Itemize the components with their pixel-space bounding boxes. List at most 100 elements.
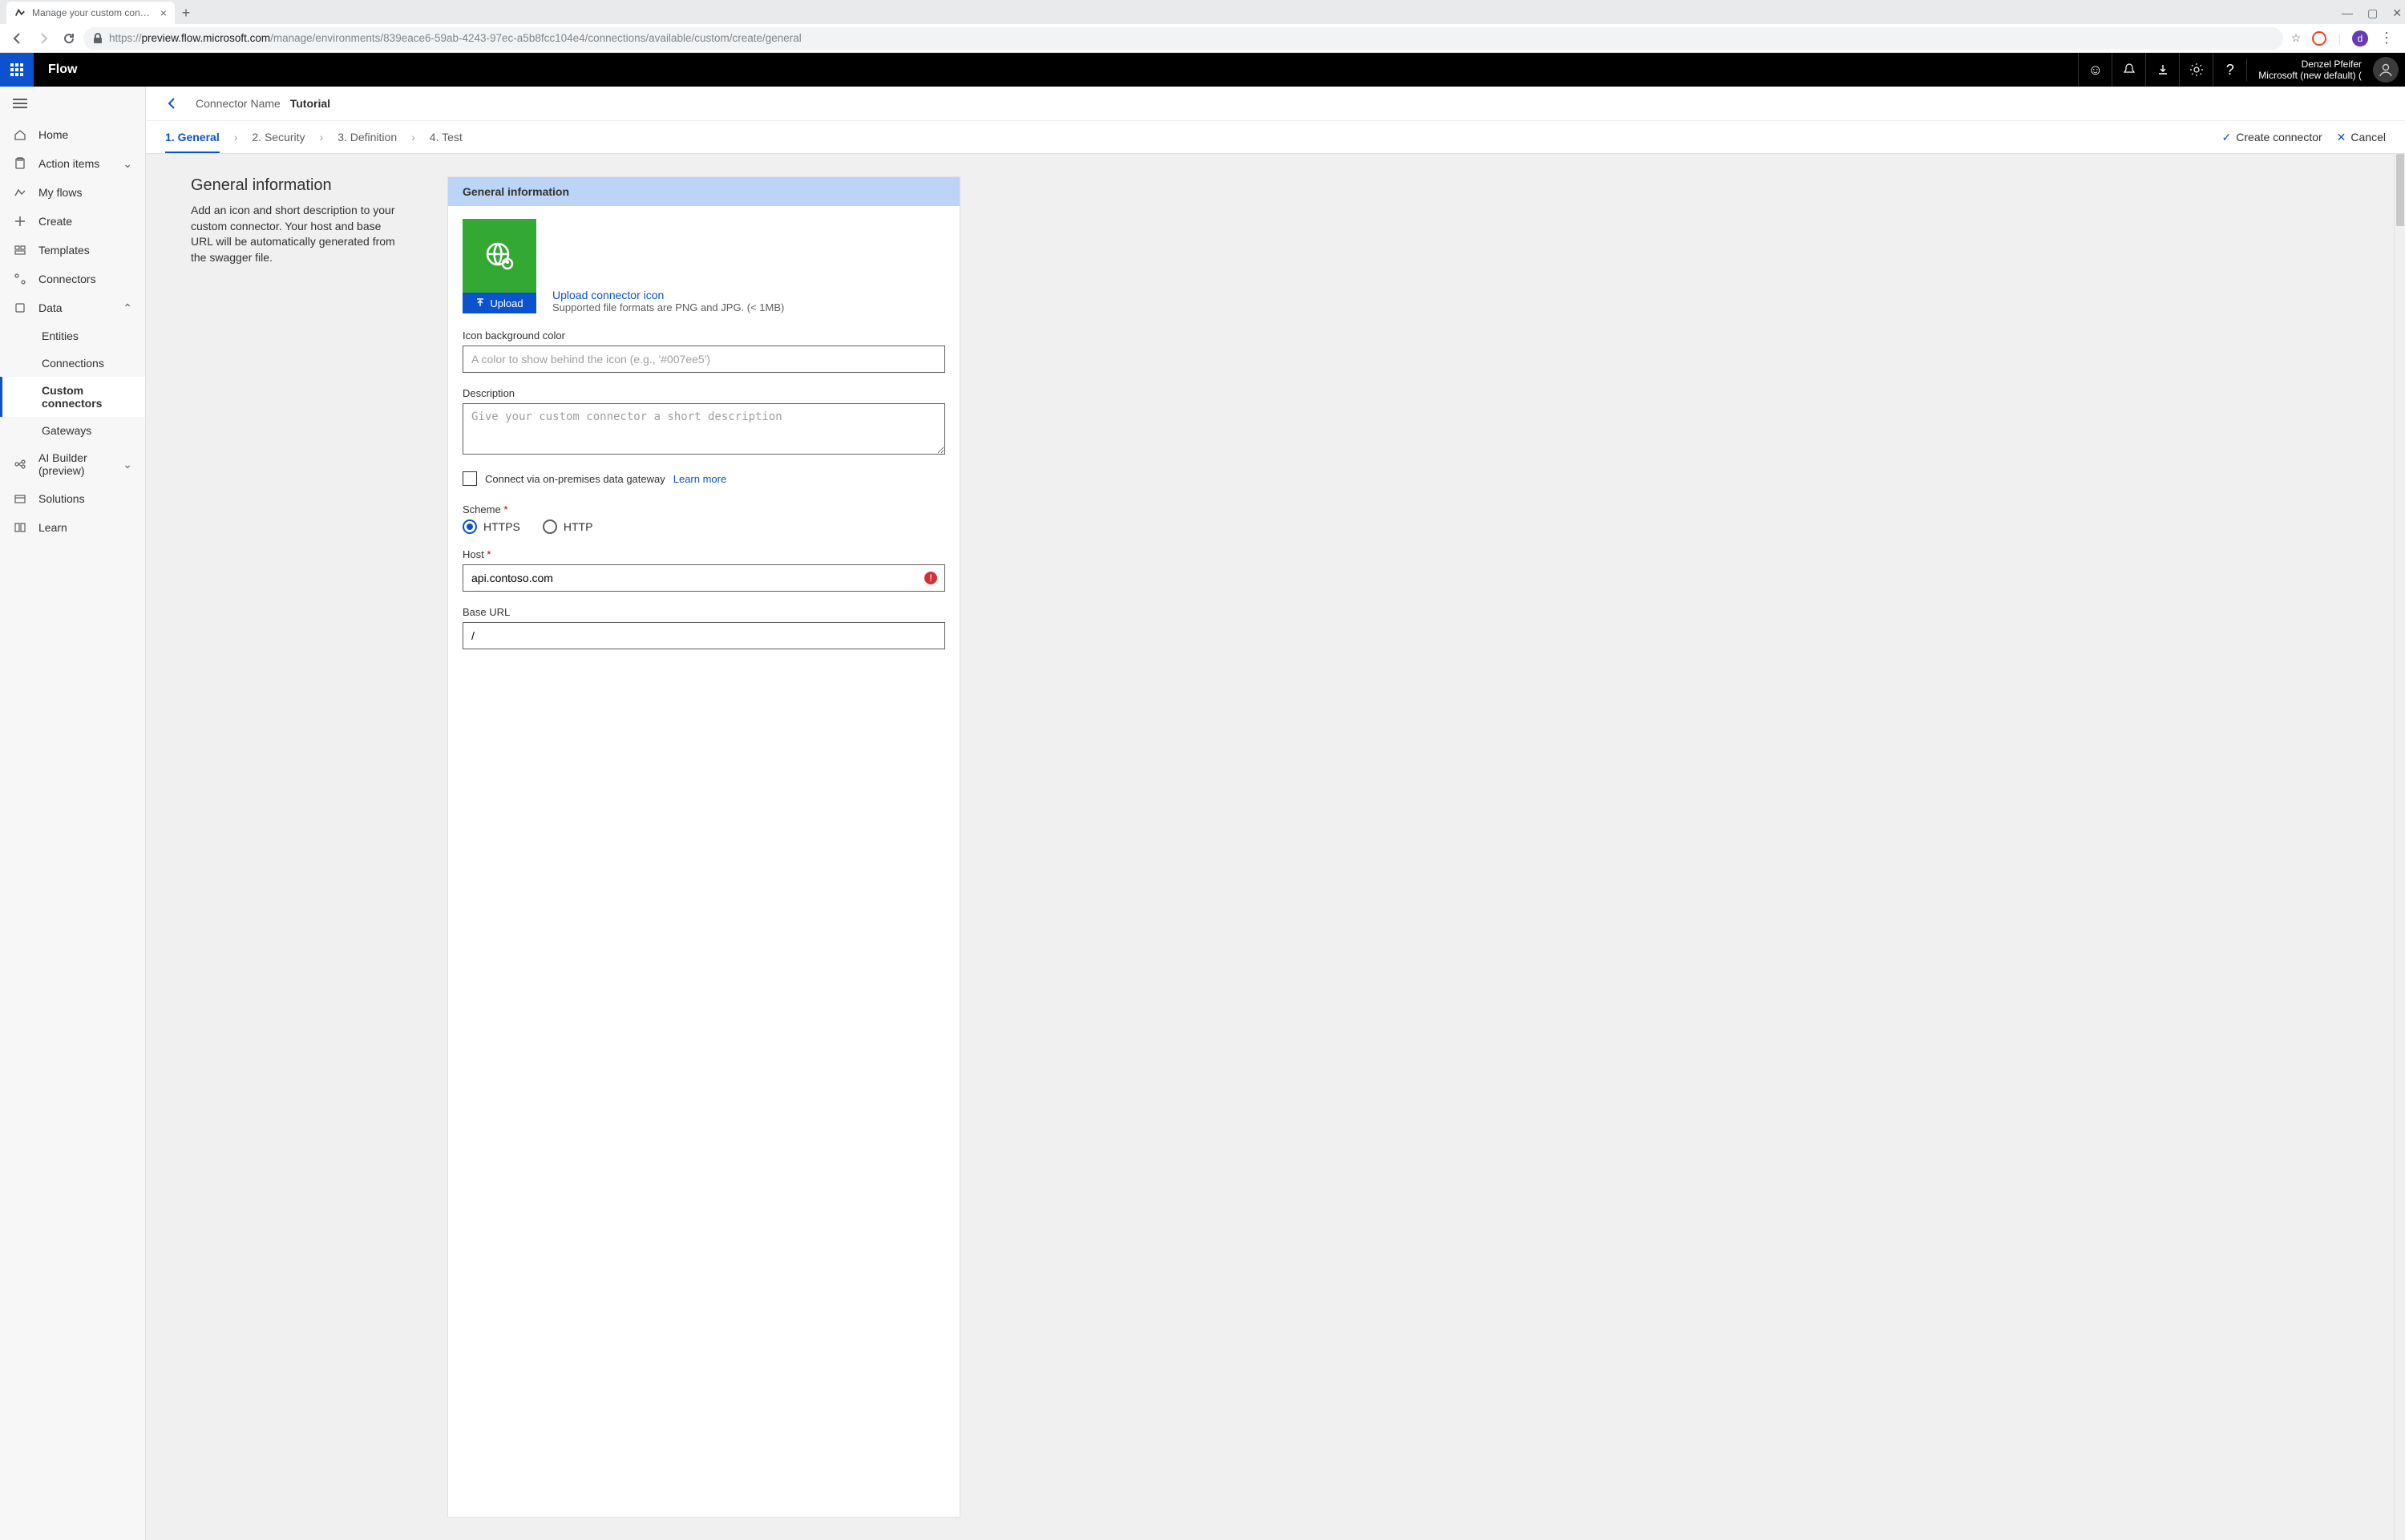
notifications-icon[interactable] [2112, 53, 2145, 87]
sidebar-item-label: My flows [38, 186, 82, 199]
content-scrollbar[interactable] [2394, 154, 2405, 1540]
sidebar-item-custom-connectors[interactable]: Custom connectors [0, 377, 145, 417]
sidebar: Home Action items ⌄ My flows Create Temp… [0, 87, 146, 1540]
connector-name-label: Connector Name [196, 97, 281, 110]
sidebar-toggle[interactable] [0, 87, 145, 120]
sidebar-item-label: Custom connectors [42, 384, 132, 410]
connector-icon-preview [463, 219, 536, 293]
sidebar-item-create[interactable]: Create [0, 207, 145, 236]
new-tab-button[interactable]: + [175, 2, 197, 24]
extension-icon[interactable] [2312, 31, 2326, 46]
book-icon [13, 520, 27, 535]
window-minimize-icon[interactable]: — [2342, 6, 2353, 19]
user-avatar[interactable] [2373, 57, 2399, 83]
sidebar-item-label: Learn [38, 521, 67, 534]
general-info-card: General information [447, 176, 960, 1518]
sidebar-item-solutions[interactable]: Solutions [0, 484, 145, 513]
description-input[interactable] [463, 403, 945, 455]
cancel-button[interactable]: ✕ Cancel [2337, 131, 2386, 144]
help-icon[interactable]: ? [2213, 53, 2246, 87]
plus-icon [13, 214, 27, 228]
scheme-http-radio[interactable]: HTTP [543, 519, 593, 534]
solutions-icon [13, 491, 27, 506]
step-test[interactable]: 4. Test [430, 131, 463, 143]
learn-more-link[interactable]: Learn more [673, 473, 726, 485]
step-definition[interactable]: 3. Definition [338, 131, 397, 143]
step-general[interactable]: 1. General [165, 131, 220, 153]
templates-icon [13, 243, 27, 257]
sidebar-item-label: Create [38, 215, 72, 228]
create-connector-button[interactable]: ✓ Create connector [2222, 131, 2322, 144]
action-label: Create connector [2236, 131, 2322, 143]
feedback-icon[interactable]: ☺ [2078, 53, 2112, 87]
browser-menu-icon[interactable]: ⋮ [2379, 30, 2394, 46]
title-bar: Connector Name Tutorial [146, 87, 2405, 120]
sidebar-item-my-flows[interactable]: My flows [0, 178, 145, 207]
sidebar-item-label: Connections [42, 357, 104, 370]
base-url-label: Base URL [463, 606, 945, 618]
sidebar-item-label: Solutions [38, 492, 85, 505]
chevron-right-icon: › [320, 131, 324, 143]
sidebar-item-connectors[interactable]: Connectors [0, 265, 145, 293]
sidebar-item-connections[interactable]: Connections [0, 350, 145, 377]
chevron-down-icon: ⌄ [123, 157, 132, 171]
browser-profile-avatar[interactable]: d [2352, 30, 2368, 46]
bookmark-star-icon[interactable]: ☆ [2291, 31, 2302, 45]
sidebar-item-ai-builder[interactable]: AI Builder (preview) ⌄ [0, 444, 145, 484]
app-brand[interactable]: Flow [34, 63, 77, 77]
browser-reload-button[interactable] [58, 27, 80, 50]
sidebar-item-templates[interactable]: Templates [0, 236, 145, 265]
sidebar-item-entities[interactable]: Entities [0, 322, 145, 350]
action-label: Cancel [2350, 131, 2386, 143]
waffle-apps-button[interactable] [0, 53, 34, 87]
tab-title: Manage your custom connectors [32, 7, 154, 18]
upload-icon-button[interactable]: Upload [463, 293, 536, 313]
sidebar-item-data[interactable]: Data ⌃ [0, 293, 145, 322]
base-url-input[interactable] [463, 622, 945, 649]
wizard-steps: 1. General › 2. Security › 3. Definition… [146, 120, 2405, 154]
sidebar-item-gateways[interactable]: Gateways [0, 417, 145, 444]
radio-label: HTTPS [483, 520, 520, 533]
scrollbar-thumb[interactable] [2396, 154, 2404, 226]
back-arrow-button[interactable] [165, 96, 180, 111]
tenant-info[interactable]: Denzel Pfeifer Microsoft (new default) ( [2246, 59, 2370, 82]
scheme-https-radio[interactable]: HTTPS [463, 519, 520, 534]
host-label: Host * [463, 548, 945, 560]
sidebar-item-action-items[interactable]: Action items ⌄ [0, 149, 145, 178]
upload-connector-icon-link[interactable]: Upload connector icon [552, 289, 664, 301]
home-icon [13, 127, 27, 142]
connector-name-value: Tutorial [290, 97, 330, 110]
tab-favicon [14, 7, 26, 18]
chevron-down-icon: ⌄ [123, 458, 132, 471]
clipboard-icon [13, 156, 27, 171]
window-close-icon[interactable]: ✕ [2392, 6, 2402, 20]
gateway-checkbox[interactable] [463, 471, 477, 486]
browser-forward-button[interactable] [32, 27, 55, 50]
sidebar-item-label: Gateways [42, 424, 91, 437]
intro-description: Add an icon and short description to you… [191, 203, 399, 265]
step-security[interactable]: 2. Security [252, 131, 305, 143]
bg-color-input[interactable] [463, 346, 945, 373]
app-header: Flow ☺ ? Denzel Pfeifer Microsoft (new d… [0, 53, 2405, 87]
chevron-right-icon: › [411, 131, 415, 143]
gateway-label: Connect via on-premises data gateway [485, 473, 665, 485]
browser-back-button[interactable] [6, 27, 29, 50]
error-icon: ! [924, 572, 937, 584]
upload-hint: Supported file formats are PNG and JPG. … [552, 301, 784, 313]
host-input[interactable] [463, 564, 945, 592]
settings-gear-icon[interactable] [2179, 53, 2213, 87]
address-bar[interactable]: https://preview.flow.microsoft.com/manag… [83, 27, 2283, 50]
chevron-up-icon: ⌃ [123, 301, 132, 315]
sidebar-item-learn[interactable]: Learn [0, 513, 145, 542]
sidebar-item-home[interactable]: Home [0, 120, 145, 149]
check-icon: ✓ [2222, 131, 2232, 144]
ai-icon [13, 457, 27, 471]
upload-icon [475, 298, 485, 308]
intro-panel: General information Add an icon and shor… [191, 176, 399, 1518]
tab-close-icon[interactable]: × [160, 6, 167, 19]
description-label: Description [463, 387, 945, 399]
radio-dot-icon [463, 519, 477, 534]
browser-tab[interactable]: Manage your custom connectors × [6, 2, 175, 24]
download-icon[interactable] [2145, 53, 2179, 87]
window-maximize-icon[interactable]: ▢ [2367, 6, 2378, 20]
